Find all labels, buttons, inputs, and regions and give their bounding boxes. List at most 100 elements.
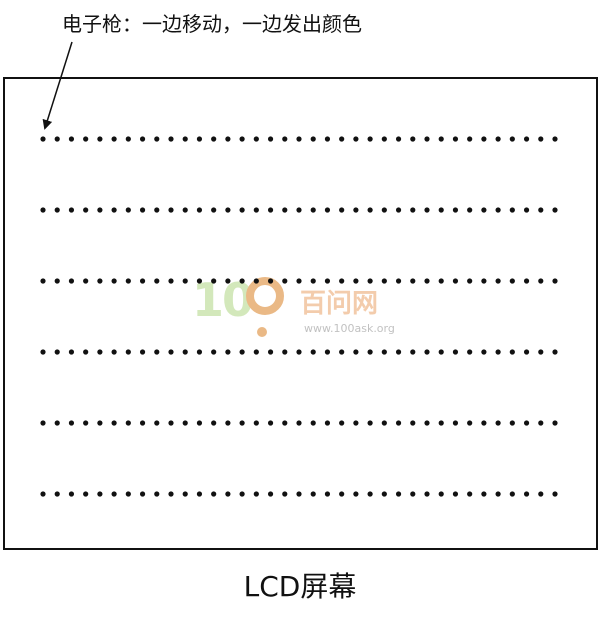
pixel-dot <box>339 136 345 142</box>
pixel-dot <box>310 420 316 426</box>
pixel-dot <box>481 491 487 497</box>
pixel-dot <box>538 278 544 284</box>
pixel-dot <box>83 136 89 142</box>
pixel-dot <box>495 349 501 355</box>
pixel-dot <box>381 491 387 497</box>
pixel-dot <box>509 491 515 497</box>
pixel-dot <box>324 491 331 497</box>
pixel-dot <box>239 207 245 213</box>
scan-line-dots <box>40 136 558 497</box>
pixel-dot <box>196 349 203 355</box>
pixel-dot <box>438 136 444 142</box>
pixel-dot <box>495 491 501 497</box>
pixel-dot <box>438 420 444 426</box>
pixel-dot <box>424 491 430 497</box>
pixel-dot <box>296 207 302 213</box>
pixel-dot <box>182 349 188 355</box>
pixel-dot <box>68 491 75 497</box>
pixel-dot <box>367 491 373 497</box>
pixel-dot <box>438 349 444 355</box>
pixel-dot <box>452 207 459 213</box>
pixel-dot <box>154 491 160 497</box>
pixel-dot <box>424 207 430 213</box>
pixel-dot <box>97 278 103 284</box>
pixel-dot <box>83 491 89 497</box>
pixel-dot <box>54 420 60 426</box>
pixel-dot <box>538 136 544 142</box>
pixel-dot <box>40 136 46 142</box>
pixel-dot <box>523 136 530 142</box>
pixel-dot <box>438 207 444 213</box>
pixel-dot <box>395 207 402 213</box>
pixel-dot <box>310 491 316 497</box>
pixel-dot <box>410 207 416 213</box>
pixel-dot <box>83 278 89 284</box>
pixel-dot <box>168 491 174 497</box>
pixel-dot <box>282 349 288 355</box>
pixel-dot <box>467 278 473 284</box>
pixel-dot <box>196 207 203 213</box>
pixel-dot <box>367 207 373 213</box>
pixel-dot <box>282 491 288 497</box>
pixel-dot <box>168 278 174 284</box>
pixel-dot <box>353 136 359 142</box>
pixel-dot <box>452 349 459 355</box>
pixel-dot <box>83 420 89 426</box>
pixel-dot <box>68 420 75 426</box>
pixel-dot <box>154 207 160 213</box>
pixel-dot <box>40 278 46 284</box>
pixel-dot <box>239 136 245 142</box>
pixel-dot <box>111 207 117 213</box>
pixel-dot <box>182 491 188 497</box>
pixel-dot <box>296 420 302 426</box>
pixel-dot <box>495 278 501 284</box>
pixel-dot <box>381 207 387 213</box>
pixel-dot <box>211 349 217 355</box>
scan-line-row <box>40 420 558 426</box>
watermark-url: www.100ask.org <box>304 322 395 335</box>
pixel-dot <box>253 420 259 426</box>
pixel-dot <box>68 349 75 355</box>
pixel-dot <box>410 491 416 497</box>
pixel-dot <box>111 136 117 142</box>
pixel-dot <box>552 278 558 284</box>
pixel-dot <box>267 420 274 426</box>
lcd-scan-diagram: 电子枪：一边移动，一边发出颜色 10 百问网 www.100ask.org LC… <box>3 12 598 603</box>
pixel-dot <box>182 420 188 426</box>
pixel-dot <box>367 349 373 355</box>
electron-gun-label: 电子枪：一边移动，一边发出颜色 <box>62 12 362 36</box>
pixel-dot <box>111 420 117 426</box>
pixel-dot <box>538 207 544 213</box>
pixel-dot <box>211 207 217 213</box>
pixel-dot <box>523 491 530 497</box>
pixel-dot <box>125 207 131 213</box>
pixel-dot <box>225 349 231 355</box>
lcd-screen-caption: LCD屏幕 <box>244 570 357 603</box>
pixel-dot <box>253 491 259 497</box>
pixel-dot <box>139 420 146 426</box>
pixel-dot <box>54 207 60 213</box>
pixel-dot <box>353 278 359 284</box>
pixel-dot <box>253 278 259 284</box>
pixel-dot <box>339 278 345 284</box>
pixel-dot <box>282 420 288 426</box>
pixel-dot <box>282 278 288 284</box>
pixel-dot <box>111 491 117 497</box>
pixel-dot <box>438 491 444 497</box>
pixel-dot <box>438 278 444 284</box>
pixel-dot <box>324 420 331 426</box>
pixel-dot <box>424 278 430 284</box>
pixel-dot <box>267 136 274 142</box>
pixel-dot <box>267 278 274 284</box>
pixel-dot <box>125 136 131 142</box>
pixel-dot <box>139 349 146 355</box>
pixel-dot <box>353 349 359 355</box>
pixel-dot <box>196 278 203 284</box>
pixel-dot <box>339 491 345 497</box>
pixel-dot <box>467 207 473 213</box>
pixel-dot <box>40 207 46 213</box>
pixel-dot <box>339 207 345 213</box>
pixel-dot <box>182 136 188 142</box>
pixel-dot <box>467 491 473 497</box>
pixel-dot <box>367 278 373 284</box>
